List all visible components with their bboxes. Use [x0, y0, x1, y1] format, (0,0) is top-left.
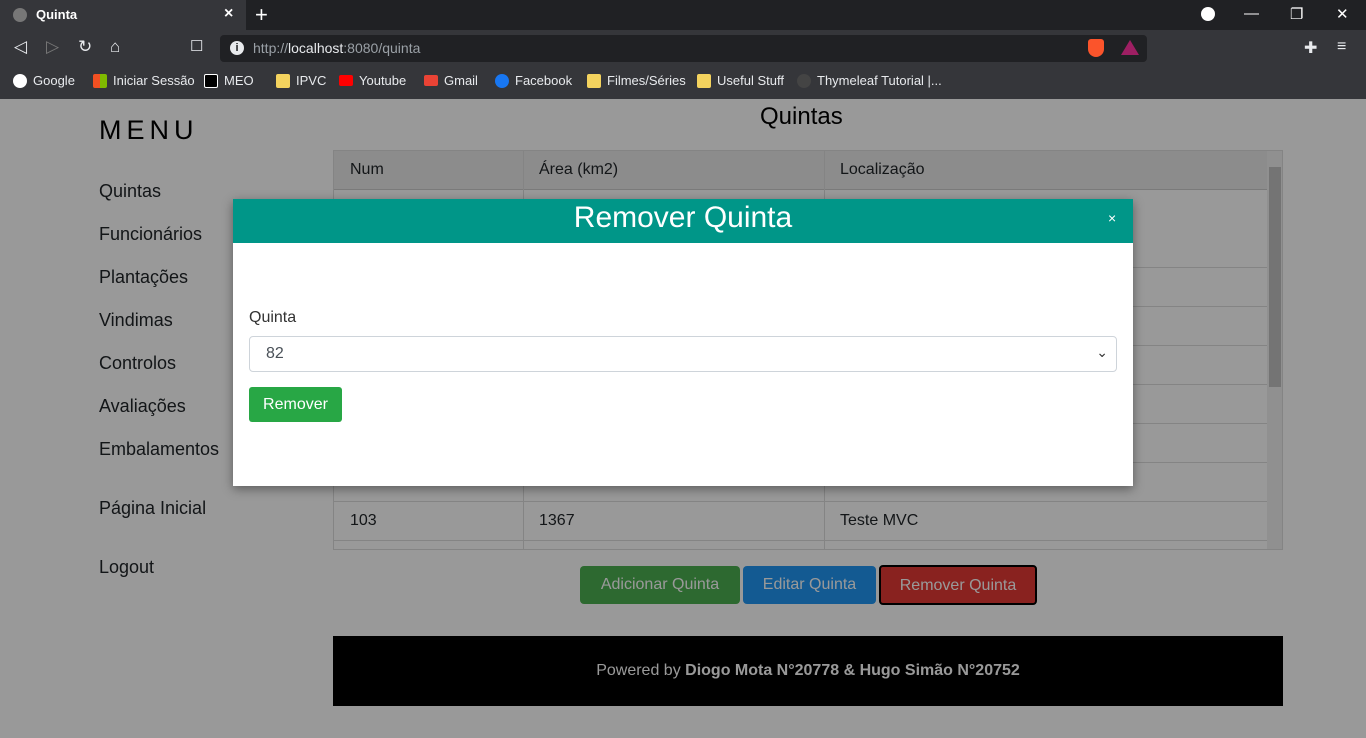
- home-icon[interactable]: ⌂: [110, 37, 120, 57]
- reload-icon[interactable]: ↻: [78, 37, 92, 57]
- globe-icon: [13, 8, 27, 22]
- bookmark-ipvc[interactable]: IPVC: [276, 73, 326, 88]
- extensions-icon[interactable]: ✚: [1304, 38, 1317, 58]
- minimize-icon[interactable]: —: [1244, 5, 1259, 22]
- remover-button[interactable]: Remover: [249, 387, 342, 422]
- chevron-down-icon: ⌄: [1096, 344, 1108, 360]
- quinta-select-value: 82: [266, 345, 284, 362]
- site-info-icon[interactable]: i: [230, 41, 244, 55]
- back-icon[interactable]: ◁: [14, 37, 27, 57]
- bookmark-useful-stuff[interactable]: Useful Stuff: [697, 73, 784, 88]
- google-icon: [13, 73, 27, 88]
- folder-icon: [276, 73, 290, 88]
- bookmark-gmail[interactable]: Gmail: [424, 73, 478, 88]
- browser-menu-icon[interactable]: ≡: [1337, 38, 1346, 56]
- quinta-select[interactable]: 82 ⌄: [249, 336, 1117, 372]
- quinta-field-label: Quinta: [249, 309, 297, 326]
- bookmark-google[interactable]: Google: [13, 73, 75, 88]
- tab-bar: Quinta × + — ❐ ✕: [0, 0, 1366, 30]
- profile-icon[interactable]: [1201, 7, 1215, 21]
- tab-close-icon[interactable]: ×: [224, 5, 233, 23]
- restore-icon[interactable]: ❐: [1290, 5, 1303, 23]
- bookmark-iniciar-sessao[interactable]: Iniciar Sessão: [93, 73, 195, 88]
- close-icon[interactable]: ×: [1108, 210, 1116, 226]
- bookmark-icon[interactable]: ☐: [190, 37, 203, 55]
- modal-title: Remover Quinta: [573, 201, 793, 234]
- tab-title: Quinta: [36, 7, 78, 22]
- new-tab-icon[interactable]: +: [255, 2, 268, 28]
- meo-icon: [204, 73, 218, 88]
- folder-icon: [587, 73, 601, 88]
- address-bar[interactable]: i http://localhost:8080/quinta: [220, 35, 1147, 62]
- brave-shields-icon[interactable]: [1088, 39, 1104, 57]
- url-text: http://localhost:8080/quinta: [253, 40, 421, 56]
- thymeleaf-icon: [797, 73, 811, 88]
- bookmark-meo[interactable]: MEO: [204, 73, 254, 88]
- folder-icon: [697, 73, 711, 88]
- remove-quinta-modal: Remover Quinta × Quinta 82 ⌄ Remover: [233, 199, 1133, 486]
- bookmarks-bar: Google Iniciar Sessão MEO IPVC Youtube G…: [0, 66, 1366, 99]
- brave-rewards-icon[interactable]: [1121, 40, 1139, 55]
- bookmark-filmes-series[interactable]: Filmes/Séries: [587, 73, 686, 88]
- facebook-icon: [495, 73, 509, 88]
- forward-icon[interactable]: ▷: [46, 37, 59, 57]
- youtube-icon: [339, 75, 353, 86]
- bookmark-thymeleaf[interactable]: Thymeleaf Tutorial |...: [797, 73, 942, 88]
- close-window-icon[interactable]: ✕: [1336, 5, 1349, 23]
- microsoft-icon: [93, 73, 107, 88]
- bookmark-youtube[interactable]: Youtube: [339, 73, 406, 88]
- tab-quinta[interactable]: Quinta ×: [0, 0, 246, 30]
- modal-header: Remover Quinta ×: [233, 199, 1133, 243]
- gmail-icon: [424, 75, 438, 86]
- bookmark-facebook[interactable]: Facebook: [495, 73, 572, 88]
